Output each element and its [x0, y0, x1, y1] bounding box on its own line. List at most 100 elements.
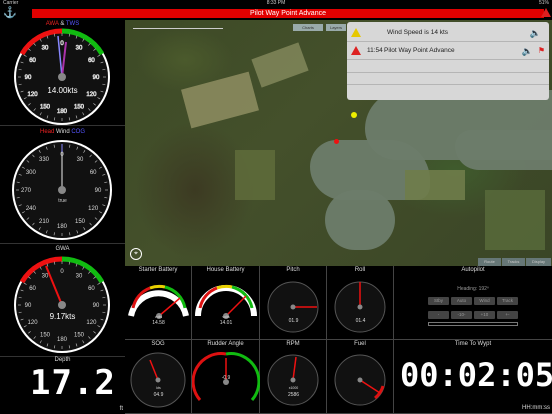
- flag-icon[interactable]: ⚑: [538, 42, 545, 60]
- dial-tick-label: 240: [26, 206, 37, 212]
- caution-icon: [351, 28, 361, 37]
- locate-icon[interactable]: ⌖: [130, 248, 142, 260]
- anchor-icon[interactable]: ⚓: [3, 7, 17, 20]
- top-bar: ⚓ Pilot Way Point Advance: [0, 7, 552, 20]
- dial-tick-label: 60: [88, 286, 95, 292]
- dial-tick-label: 210: [39, 219, 50, 225]
- chart-map[interactable]: Charts Layers Wind Speed is 14 kts 🔈 11:…: [125, 20, 552, 266]
- dial-tick-label: 300: [26, 170, 37, 176]
- rpm-unit: x1000: [288, 386, 299, 390]
- stby-button[interactable]: Stby: [428, 297, 449, 305]
- rudder-value: -0.9: [221, 375, 231, 381]
- dial-tick-label: 180: [57, 224, 68, 230]
- dial-tick-label: 30: [42, 46, 49, 52]
- plus-one-button[interactable]: +-: [497, 311, 518, 319]
- depth-unit: ft: [119, 406, 123, 412]
- dial-tick-label: 90: [93, 75, 100, 81]
- pitch-value: 01.9: [288, 318, 299, 324]
- roll-gauge[interactable]: Roll 01.4: [327, 266, 394, 340]
- dial-tick-label: 60: [29, 58, 36, 64]
- time-to-waypoint-panel[interactable]: Time To Wypt 00:02:05 HH:mm:ss: [394, 340, 552, 414]
- dial-tick-label: 270: [21, 188, 32, 194]
- starter-unit: volts: [154, 315, 163, 319]
- tab-route[interactable]: Route: [478, 258, 501, 266]
- heading-mode: true: [58, 198, 67, 204]
- tab-tracks[interactable]: Tracks: [502, 258, 525, 266]
- dial-tick-label: 60: [88, 58, 95, 64]
- status-bar: Carrier 8:33 PM 51%: [0, 0, 552, 7]
- app-root: Carrier 8:33 PM 51% ⚓ Pilot Way Point Ad…: [0, 0, 552, 414]
- dial-tick-label: 30: [76, 274, 83, 280]
- pitch-gauge[interactable]: Pitch 01.9: [260, 266, 327, 340]
- dial-tick-label: 90: [25, 303, 32, 309]
- awa-gauge: 0306090120150180150120906030: [14, 28, 110, 125]
- notification-row[interactable]: 11:54 Pilot Way Point Advance 🔈 ⚑: [347, 42, 549, 60]
- rudder-angle-gauge[interactable]: Rudder Angle -0.9: [192, 340, 260, 414]
- dial-tick-label: 90: [93, 303, 100, 309]
- clock: 8:33 PM: [266, 0, 286, 6]
- depth-panel[interactable]: Depth 17.2 ft: [0, 357, 125, 414]
- house-unit: volts: [222, 315, 230, 319]
- dial-tick-label: 30: [76, 46, 83, 52]
- boat-position-marker[interactable]: [334, 139, 339, 144]
- gwa-panel[interactable]: GWA 0 30 60 90 120 150 180 150 120 90 60 30 9.17kts: [0, 244, 125, 357]
- rudder-bar: [428, 322, 518, 326]
- warning-icon[interactable]: [541, 8, 551, 17]
- dial-tick-label: 180: [57, 109, 68, 115]
- notification-text: Pilot Way Point Advance: [384, 47, 455, 54]
- awa-speed: 14.00kts: [47, 86, 78, 95]
- dial-tick-label: 180: [57, 337, 68, 343]
- sog-gauge[interactable]: SOG kts 04.9: [125, 340, 192, 414]
- starter-value: 14.58: [152, 320, 165, 326]
- dial-tick-label: 330: [39, 157, 50, 163]
- notification-time: 11:54: [367, 47, 383, 54]
- auto-button[interactable]: Auto: [451, 297, 472, 305]
- dial-tick-label: 30: [42, 274, 49, 280]
- wypt-value: 00:02:05: [400, 356, 552, 394]
- alarm-icon: [351, 46, 361, 55]
- starter-battery-gauge[interactable]: Starter Battery volts 14.58: [125, 266, 192, 340]
- alert-banner[interactable]: Pilot Way Point Advance: [32, 9, 544, 18]
- autopilot-title: Autopilot: [461, 267, 485, 273]
- depth-value: 17.2: [30, 363, 116, 403]
- bottom-instruments: Starter Battery volts 14.58 House Batter…: [125, 266, 552, 414]
- speaker-icon[interactable]: 🔈: [530, 24, 541, 42]
- house-battery-gauge[interactable]: House Battery volts 14.01: [192, 266, 260, 340]
- autopilot-panel: Autopilot Heading: 192º Stby Auto Wind T…: [394, 266, 552, 340]
- dial-tick-label: 60: [90, 170, 97, 176]
- minus-one-button[interactable]: -: [428, 311, 449, 319]
- dial-tick-label: 90: [95, 188, 102, 194]
- notification-panel: Wind Speed is 14 kts 🔈 11:54 Pilot Way P…: [347, 22, 549, 100]
- waypoint-marker[interactable]: [351, 112, 357, 118]
- heading-panel[interactable]: Head Wind COG 03060901201501802102402703…: [0, 126, 125, 244]
- dial-tick-label: 150: [74, 332, 85, 338]
- tab-display[interactable]: Display: [526, 258, 551, 266]
- wind-button[interactable]: Wind: [474, 297, 495, 305]
- scale-bar: [133, 28, 223, 29]
- speaker-icon[interactable]: 🔈: [522, 42, 533, 60]
- house-value: 14.01: [219, 320, 233, 326]
- plus-ten-button[interactable]: +10: [474, 311, 495, 319]
- gwa-gauge: 0306090120150180150120906030: [14, 256, 110, 353]
- minus-ten-button[interactable]: -10-: [451, 311, 472, 319]
- fuel-gauge[interactable]: Fuel: [327, 340, 394, 414]
- dial-tick-label: 60: [29, 286, 36, 292]
- rpm-value: 2586: [287, 392, 300, 398]
- notification-row[interactable]: Wind Speed is 14 kts 🔈: [347, 24, 549, 42]
- awa-panel[interactable]: AWA & TWS 0 30 60 90 120 150 180 150 120 90 60 30 1…: [0, 20, 125, 126]
- notification-text: Wind Speed is 14 kts: [387, 29, 449, 36]
- sog-value: 04.9: [153, 392, 164, 398]
- dial-tick-label: 150: [75, 219, 86, 225]
- sog-unit: kts: [156, 386, 161, 390]
- left-instrument-column: AWA & TWS 0 30 60 90 120 150 180 150 120 90 60 30 1…: [0, 20, 125, 414]
- rpm-gauge[interactable]: RPM x1000 2586: [260, 340, 327, 414]
- tab-layers[interactable]: Layers: [326, 24, 346, 31]
- battery-level: 51%: [538, 0, 549, 6]
- roll-value: 01.4: [355, 318, 366, 324]
- tab-charts[interactable]: Charts: [293, 24, 323, 31]
- dial-tick-label: 150: [40, 104, 51, 110]
- heading-compass: 0306090120150180210240270300330: [12, 140, 112, 240]
- track-button[interactable]: Track: [497, 297, 518, 305]
- dial-tick-label: 30: [77, 157, 84, 163]
- wypt-format: HH:mm:ss: [522, 405, 550, 411]
